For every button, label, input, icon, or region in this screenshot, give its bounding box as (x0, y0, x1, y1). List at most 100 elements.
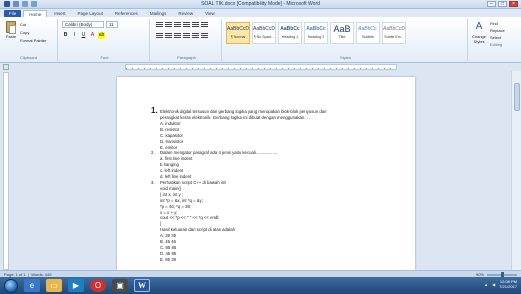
editing-group: Find Replace Select Editing (490, 20, 505, 48)
line-text: void main() (160, 185, 182, 191)
clock[interactable]: 12:08 PM 7/21/2017 (499, 279, 517, 289)
list-buttons (156, 22, 208, 28)
volume-icon[interactable]: ◀ (492, 282, 495, 287)
shading-icon[interactable] (201, 33, 208, 39)
italic-button[interactable]: I (71, 32, 78, 39)
style-subtitle[interactable]: AaBbCc. Subtitle (356, 22, 380, 44)
line-text: A. induktor (160, 120, 181, 126)
font-group-label: Font (100, 55, 109, 60)
find-button[interactable]: Find (490, 20, 505, 27)
style-sample: AaBbCcDc (383, 26, 406, 32)
tab-page-layout[interactable]: Page Layout (73, 10, 108, 17)
paragraph-group-label: Paragraph (177, 55, 196, 60)
app-icon[interactable]: ▣ (112, 279, 128, 292)
document-page[interactable]: 1. Elektronik digital tersusun dari gerba… (117, 77, 415, 270)
line-text: A. 39 39 (160, 233, 177, 239)
bold-button[interactable]: B (62, 32, 69, 39)
word-taskbar-icon[interactable]: W (134, 279, 150, 292)
maximize-button[interactable]: □ (498, 1, 507, 7)
align-buttons (156, 33, 208, 39)
styles-group: AaBbCcDc ¶ Normal AaBbCcDc ¶ No Spaci...… (224, 19, 468, 61)
change-styles-button[interactable]: A Change Styles (470, 20, 488, 46)
network-icon[interactable]: ▲ (484, 282, 488, 287)
paste-button[interactable]: Paste (4, 21, 18, 41)
replace-button[interactable]: Replace (490, 27, 505, 34)
line-text: d. left line indent (160, 174, 192, 180)
start-button[interactable] (4, 278, 18, 293)
line-text: C. kapasitor (160, 132, 183, 138)
line-text: a. first line indent (160, 156, 193, 162)
underline-button[interactable]: U (80, 32, 87, 39)
tab-mailings[interactable]: Mailings (145, 10, 172, 17)
style-heading-1[interactable]: AaBbCc Heading 1 (278, 22, 302, 44)
style-normal[interactable]: AaBbCcDc ¶ Normal (226, 22, 250, 44)
document-workspace: 1. Elektronik digital tersusun dari gerba… (10, 71, 510, 270)
font-name-select[interactable]: Calibri (Body) (62, 21, 104, 28)
tab-insert[interactable]: Insert (49, 10, 70, 17)
style-sample: AaBbCc (306, 26, 326, 32)
document-body[interactable]: 1. Elektronik digital tersusun dari gerba… (151, 107, 391, 263)
align-left-icon[interactable] (156, 33, 163, 39)
scrollbar-thumb[interactable] (514, 83, 520, 111)
cut-button[interactable]: Cut (20, 22, 26, 27)
style-title[interactable]: AaB Title (330, 22, 354, 44)
media-player-icon[interactable]: ▶ (68, 279, 84, 292)
tab-selector[interactable] (3, 64, 9, 70)
line-text: B. resistor (160, 126, 180, 132)
style-no-spacing[interactable]: AaBbCcDc ¶ No Spaci... (252, 22, 276, 44)
minimize-button[interactable]: – (487, 1, 496, 7)
line-text: C. 85 85 (160, 244, 177, 250)
style-name: Subtitle (362, 35, 374, 39)
line-text: Dalam mengatur paragraf ada 4 jenis yait… (160, 150, 278, 156)
numbering-icon[interactable] (165, 22, 172, 28)
line-text: int *p = &x, int *q = &y; (160, 197, 203, 203)
tab-review[interactable]: Review (173, 10, 198, 17)
ruler-bar (0, 63, 521, 71)
select-button[interactable]: Select (490, 34, 505, 41)
tab-view[interactable]: View (200, 10, 220, 17)
align-right-icon[interactable] (174, 33, 181, 39)
increase-indent-icon[interactable] (192, 22, 199, 28)
list-number: 1. (151, 106, 158, 115)
decrease-indent-icon[interactable] (183, 22, 190, 28)
multilevel-list-icon[interactable] (174, 22, 181, 28)
paste-icon (6, 21, 16, 34)
highlight-icon[interactable]: ab (98, 32, 105, 39)
tab-file[interactable]: File (4, 10, 22, 17)
line-spacing-icon[interactable] (192, 33, 199, 39)
tab-references[interactable]: References (110, 10, 143, 17)
line-text: Hasil keluaran dari script di atas adala… (160, 227, 235, 233)
style-name: ¶ Normal (230, 35, 246, 39)
font-color-icon[interactable]: A (89, 32, 96, 39)
align-center-icon[interactable] (165, 33, 172, 39)
copy-button[interactable]: Copy (20, 30, 29, 35)
horizontal-ruler[interactable] (125, 64, 397, 70)
system-tray: ▲ ◀ 12:08 PM 7/21/2017 (484, 279, 517, 289)
style-subtle-emphasis[interactable]: AaBbCcDc Subtle Em... (382, 22, 406, 44)
close-button[interactable]: × (509, 1, 518, 7)
style-sample: AaB (333, 24, 351, 34)
opera-icon[interactable]: O (90, 279, 106, 292)
paragraph-group: Paragraph (152, 19, 222, 61)
style-name: ¶ No Spaci... (253, 35, 275, 39)
style-heading-2[interactable]: AaBbCc Heading 2 (304, 22, 328, 44)
folder-icon[interactable]: ▭ (46, 279, 62, 292)
line-text: perangkat keras elektronik. Gerbang logi… (160, 115, 313, 120)
tab-home[interactable]: Home (23, 10, 48, 17)
style-name: Title (338, 35, 346, 39)
vertical-ruler[interactable] (3, 72, 9, 270)
title-bar: SOAL TIK.docx [Compatibility Mode] - Mic… (0, 0, 521, 9)
font-size-select[interactable]: 11 (106, 21, 118, 28)
window-title: SOAL TIK.docx [Compatibility Mode] - Mic… (201, 1, 320, 7)
vertical-scrollbar[interactable] (511, 71, 521, 270)
zoom-slider[interactable] (487, 271, 517, 278)
justify-icon[interactable] (183, 33, 190, 39)
bullets-icon[interactable] (156, 22, 163, 28)
sort-icon[interactable] (201, 22, 208, 28)
format-painter-button[interactable]: Format Painter (20, 38, 46, 43)
internet-explorer-icon[interactable]: e (24, 279, 40, 292)
paste-label: Paste (5, 34, 17, 39)
line-text: E. 85 39 (160, 256, 177, 262)
editing-group-label: Editing (490, 42, 503, 47)
ribbon-home: Paste Cut Copy Format Painter Clipboard … (0, 17, 521, 63)
